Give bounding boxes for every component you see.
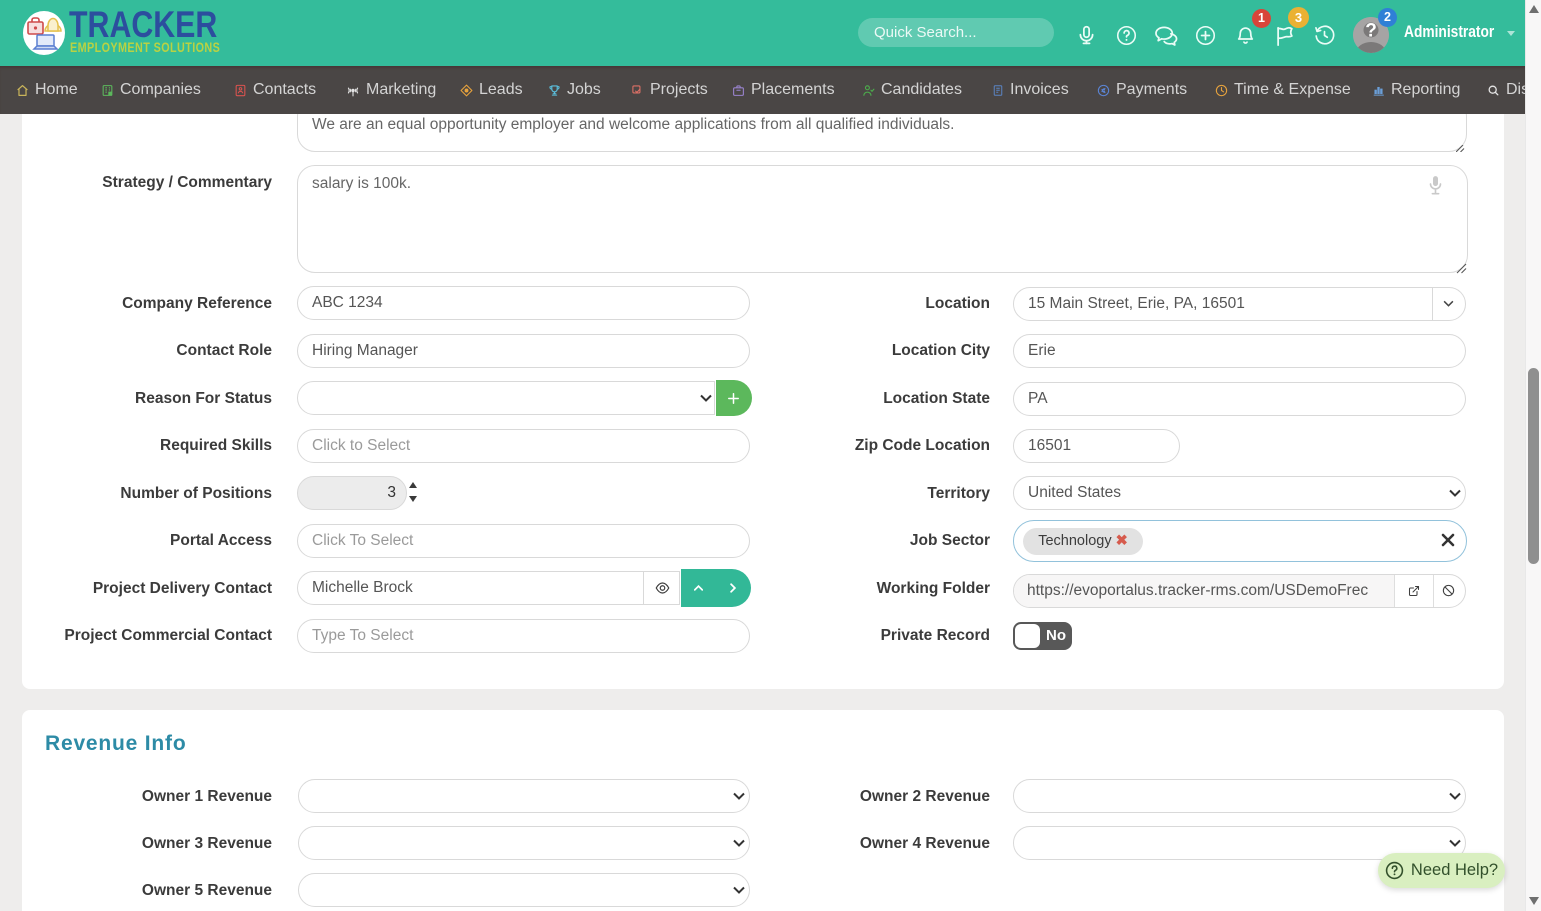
- svg-text:?: ?: [1365, 21, 1377, 42]
